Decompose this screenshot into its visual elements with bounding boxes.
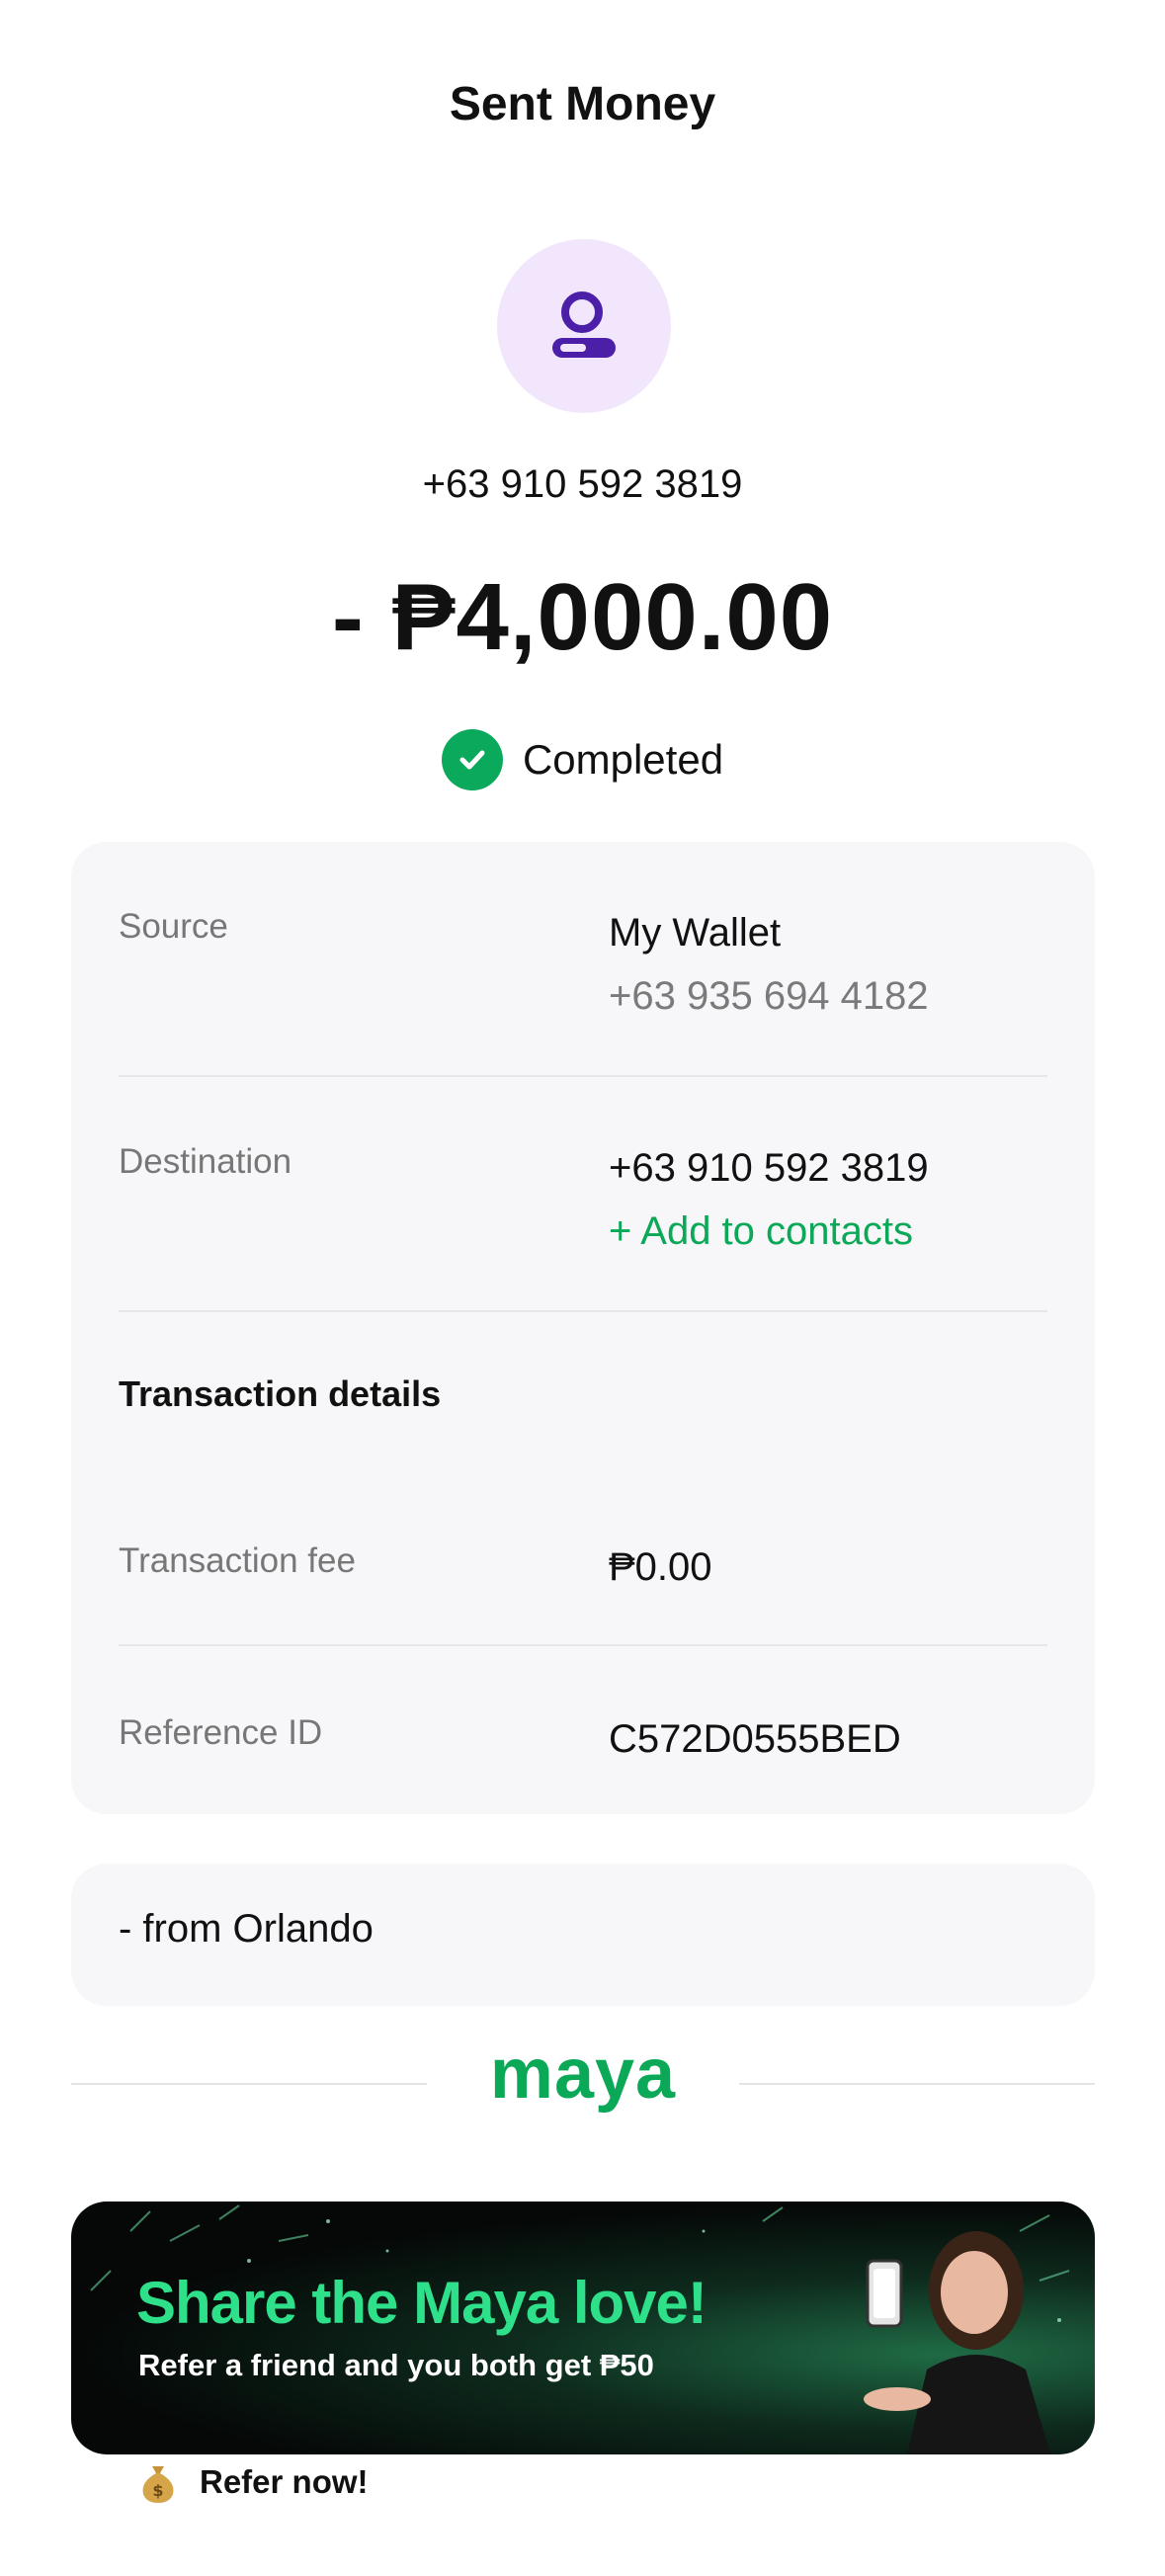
divider [119,1310,1047,1312]
message-text: - from Orlando [119,1907,374,1951]
promo-banner[interactable]: Share the Maya love! Refer a friend and … [71,2202,1095,2454]
divider [71,2083,427,2085]
recipient-phone: +63 910 592 3819 [422,462,743,506]
check-circle-icon [441,729,503,790]
divider [119,1075,1047,1077]
transaction-amount: - ₱4,000.00 [331,564,834,670]
divider [739,2083,1095,2085]
reference-label: Reference ID [119,1713,323,1752]
add-to-contacts-link[interactable]: + Add to contacts [609,1200,929,1263]
fee-label: Transaction fee [119,1541,356,1580]
promo-subtitle: Refer a friend and you both get ₱50 [138,2348,654,2382]
status-label: Completed [522,736,724,783]
person-icon [552,291,616,358]
maya-logo: maya [489,2035,677,2114]
refer-now-label: Refer now! [200,2463,369,2500]
fee-value: ₱0.00 [609,1545,712,1589]
source-label: Source [119,907,228,946]
recipient-avatar [497,239,671,413]
svg-text:$: $ [152,2481,163,2500]
message-card: - from Orlando [71,1864,1095,2006]
source-phone: +63 935 694 4182 [609,974,929,1018]
reference-value[interactable]: C572D0555BED [609,1707,901,1771]
money-bag-icon: $ [142,2466,174,2503]
destination-phone: +63 910 592 3819 [609,1146,929,1190]
destination-label: Destination [119,1142,292,1181]
details-card: Source My Wallet +63 935 694 4182 Destin… [71,842,1095,1814]
page-title: Sent Money [449,78,716,130]
brand-divider: maya [71,2035,1095,2119]
divider [119,1644,1047,1646]
promo-model-image [864,2231,1050,2454]
status-badge: Completed [0,729,1165,790]
refer-now-button[interactable]: $ Refer now! [138,2460,369,2504]
source-name: My Wallet [609,911,782,955]
promo-title: Share the Maya love! [136,2270,707,2336]
transaction-details-heading: Transaction details [119,1373,442,1414]
